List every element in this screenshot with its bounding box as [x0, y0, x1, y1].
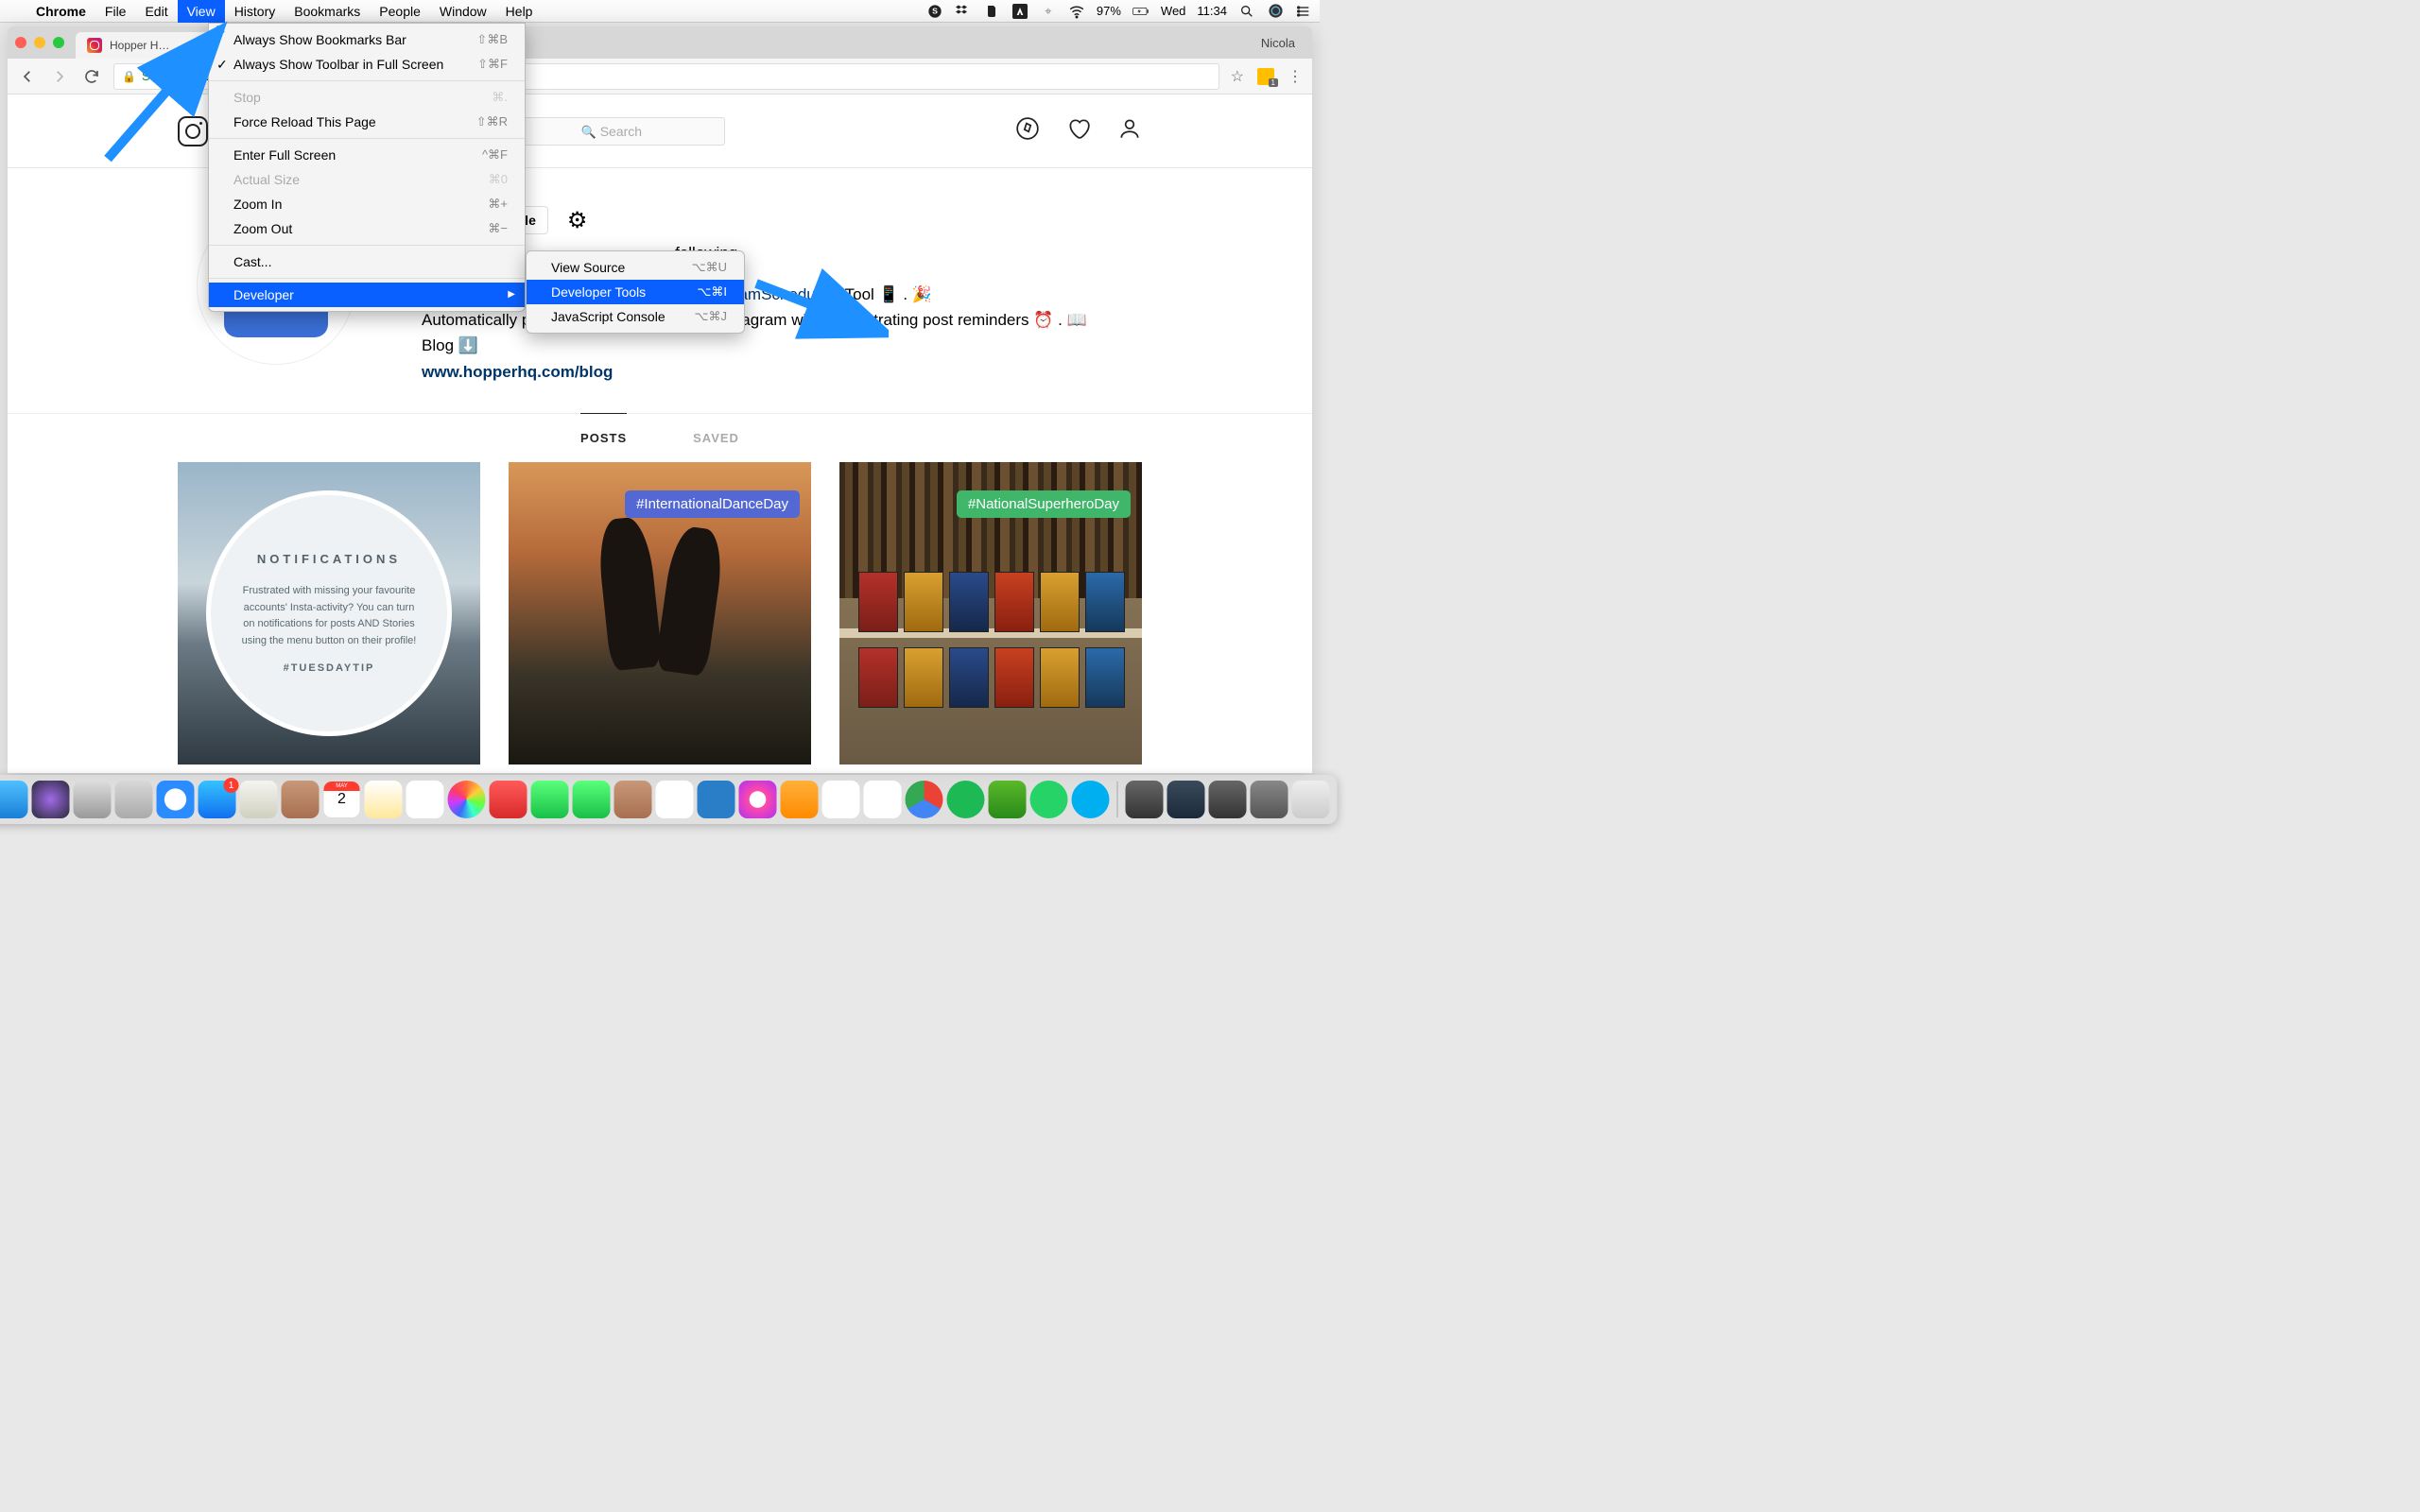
back-button[interactable] [17, 66, 38, 87]
svg-text:S: S [932, 6, 938, 15]
menu-javascript-console[interactable]: JavaScript Console⌥⌘J [527, 304, 744, 329]
dock-messages-icon[interactable] [531, 781, 569, 818]
menubar-app[interactable]: Chrome [26, 0, 95, 23]
dock-stack-icon[interactable] [1167, 781, 1205, 818]
post1-title: NOTIFICATIONS [257, 552, 401, 566]
dock-photos-icon[interactable] [448, 781, 486, 818]
menu-zoom-in[interactable]: Zoom In⌘+ [209, 192, 525, 216]
post1-body: Frustrated with missing your favourite a… [239, 583, 419, 649]
dock-trash-icon[interactable] [1292, 781, 1330, 818]
dropbox-menubar-icon[interactable] [955, 3, 972, 20]
adobe-menubar-icon[interactable] [1011, 3, 1028, 20]
profile-tabs: POSTS SAVED [8, 413, 1312, 462]
annotation-arrow-view [98, 17, 259, 168]
dock-clipboard-icon[interactable] [614, 781, 652, 818]
annotation-arrow-devtools [747, 265, 889, 340]
search-input[interactable]: 🔍 Search [498, 117, 725, 146]
bio-link[interactable]: www.hopperhq.com/blog [422, 363, 613, 381]
dock-safari-icon[interactable] [157, 781, 195, 818]
menubar-day: Wed [1161, 4, 1186, 18]
chrome-profile-name[interactable]: Nicola [1252, 36, 1305, 50]
wifi-menubar-icon[interactable] [1068, 3, 1085, 20]
chrome-menu-icon[interactable]: ⋮ [1288, 67, 1303, 86]
dock-books-icon[interactable] [781, 781, 819, 818]
siri-menubar-icon[interactable] [1267, 3, 1284, 20]
dock-notes-icon[interactable] [365, 781, 403, 818]
battery-charging-icon [1132, 3, 1150, 20]
post-thumbnail[interactable]: NOTIFICATIONS Frustrated with missing yo… [178, 462, 480, 765]
menu-developer-tools[interactable]: Developer Tools⌥⌘I [527, 280, 744, 304]
post-thumbnail[interactable]: #InternationalDanceDay [509, 462, 811, 765]
evernote-menubar-icon[interactable] [983, 3, 1000, 20]
menu-zoom-out[interactable]: Zoom Out⌘− [209, 216, 525, 241]
profile-icon[interactable] [1117, 116, 1142, 146]
dock-stack-icon[interactable] [1209, 781, 1247, 818]
dock-facetime-icon[interactable] [573, 781, 611, 818]
dock-reminders-icon[interactable] [406, 781, 444, 818]
dock-appstore-icon[interactable]: 1 [199, 781, 236, 818]
dock-siri-icon[interactable] [32, 781, 70, 818]
bookmark-star-icon[interactable]: ☆ [1231, 67, 1244, 86]
page-content: 🔍 Search h hopperhq file ⚙ 353 posts 1,2… [8, 94, 1312, 773]
forward-button [49, 66, 70, 87]
menu-developer[interactable]: Developer [209, 283, 525, 307]
tab-posts[interactable]: POSTS [580, 413, 627, 462]
activity-heart-icon[interactable] [1066, 116, 1091, 146]
dock-bear-icon[interactable] [864, 781, 902, 818]
developer-submenu: View Source⌥⌘U Developer Tools⌥⌘I JavaSc… [526, 250, 745, 334]
battery-percent: 97% [1097, 4, 1121, 18]
window-traffic-lights[interactable] [15, 37, 64, 48]
dock-separator [1117, 782, 1118, 817]
macos-dock: 1 MAY2 [0, 775, 1338, 824]
dock-stack-icon[interactable] [1126, 781, 1164, 818]
dock-contacts-icon[interactable] [282, 781, 320, 818]
post-thumbnail[interactable]: #NationalSuperheroDay [839, 462, 1142, 765]
dock-finder-icon[interactable] [0, 781, 28, 818]
skype-menubar-icon[interactable]: S [926, 3, 943, 20]
menu-cast[interactable]: Cast... [209, 249, 525, 274]
post1-tag: #TUESDAYTIP [284, 662, 375, 674]
dock-dropbox-icon[interactable] [822, 781, 860, 818]
dock-chrome-icon[interactable] [906, 781, 943, 818]
search-icon: 🔍 [581, 125, 600, 139]
dock-preview-icon[interactable] [240, 781, 278, 818]
dock-calendar-icon[interactable]: MAY2 [323, 781, 361, 818]
spotlight-icon[interactable] [1238, 3, 1255, 20]
dock-whatsapp-icon[interactable] [1030, 781, 1068, 818]
dock-trello-icon[interactable] [698, 781, 735, 818]
dock-downloads-icon[interactable] [1251, 781, 1288, 818]
post3-hashtag: #NationalSuperheroDay [957, 490, 1131, 518]
menu-separator [209, 245, 525, 246]
dock-numbers-icon[interactable] [656, 781, 694, 818]
menu-view-source[interactable]: View Source⌥⌘U [527, 255, 744, 280]
notification-center-icon[interactable] [1295, 3, 1312, 20]
menu-actual-size: Actual Size⌘0 [209, 167, 525, 192]
explore-icon[interactable] [1015, 116, 1040, 146]
menubar-people[interactable]: People [370, 0, 430, 23]
dock-spotify-icon[interactable] [947, 781, 985, 818]
bluetooth-menubar-icon[interactable]: ⌖ [1040, 3, 1057, 20]
tab-saved[interactable]: SAVED [693, 414, 739, 462]
dock-system-preferences-icon[interactable] [74, 781, 112, 818]
dock-evernote-icon[interactable] [989, 781, 1027, 818]
menubar-help[interactable]: Help [496, 0, 543, 23]
dock-news-icon[interactable] [490, 781, 527, 818]
post-grid: NOTIFICATIONS Frustrated with missing yo… [8, 462, 1312, 765]
menubar-window[interactable]: Window [430, 0, 496, 23]
dock-skype-icon[interactable] [1072, 781, 1110, 818]
settings-gear-icon[interactable]: ⚙ [567, 207, 588, 234]
menubar-bookmarks[interactable]: Bookmarks [285, 0, 370, 23]
dock-itunes-icon[interactable] [739, 781, 777, 818]
menu-separator [209, 278, 525, 279]
extension-icon[interactable] [1257, 68, 1274, 85]
menubar-time: 11:34 [1197, 4, 1227, 18]
dock-launchpad-icon[interactable] [115, 781, 153, 818]
